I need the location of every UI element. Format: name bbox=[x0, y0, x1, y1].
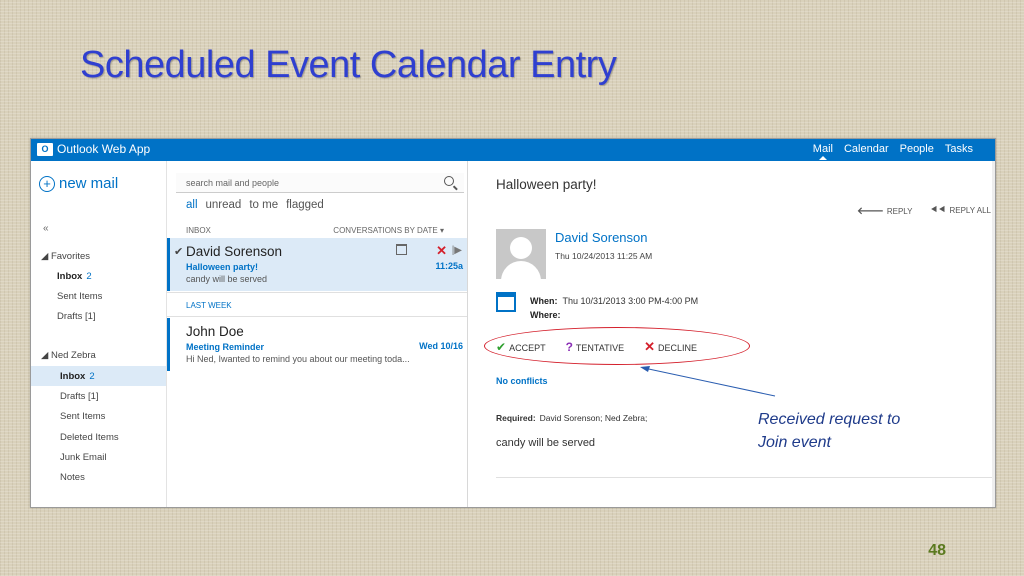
message-title: Halloween party! bbox=[496, 177, 597, 192]
favorite-drafts[interactable]: Drafts [1] bbox=[57, 311, 96, 322]
collapse-pane-button[interactable]: « bbox=[43, 223, 49, 234]
message-body: candy will be served bbox=[496, 437, 596, 449]
favorites-header[interactable]: ◢ Favorites bbox=[41, 251, 90, 262]
where-label: Where: bbox=[530, 310, 561, 320]
outlook-logo-icon: O bbox=[37, 142, 53, 156]
account-header-label: Ned Zebra bbox=[50, 350, 96, 361]
sort-dropdown[interactable]: CONVERSATIONS BY DATE ▾ bbox=[333, 226, 444, 235]
reply-all-label: REPLY ALL bbox=[949, 206, 991, 215]
slide-title: Scheduled Event Calendar Entry bbox=[80, 44, 617, 86]
reply-label: REPLY bbox=[886, 207, 913, 216]
unread-count: 2 bbox=[89, 371, 95, 382]
avatar-body bbox=[501, 261, 541, 279]
app-name: Outlook Web App bbox=[57, 142, 151, 156]
delete-icon[interactable]: ✕ bbox=[436, 243, 447, 259]
nav-tasks[interactable]: Tasks bbox=[945, 143, 973, 155]
top-nav: Mail Calendar People Tasks bbox=[813, 143, 973, 160]
conflict-status[interactable]: No conflicts bbox=[496, 376, 548, 386]
search-icon[interactable] bbox=[444, 176, 454, 186]
folder-drafts[interactable]: Drafts [1] bbox=[60, 391, 99, 402]
message-sender: John Doe bbox=[186, 324, 244, 339]
callout-line-1: Received request to bbox=[758, 411, 901, 428]
required-label: Required: bbox=[496, 413, 536, 423]
favorite-sent-items[interactable]: Sent Items bbox=[57, 291, 102, 302]
unread-count: 2 bbox=[86, 271, 92, 282]
check-icon: ✔ bbox=[174, 246, 184, 258]
when-label: When: bbox=[530, 296, 558, 306]
nav-mail[interactable]: Mail bbox=[813, 143, 833, 160]
section-label-last-week: LAST WEEK bbox=[186, 301, 232, 310]
annotation-callout: Received request to Join event bbox=[758, 408, 900, 454]
filter-bar: all unread to me flagged bbox=[186, 199, 324, 211]
flag-icon[interactable]: |▶ bbox=[452, 245, 462, 256]
annotation-arrow bbox=[640, 366, 776, 397]
folder-pane: + new mail « ◢ Favorites Inbox 2 Sent Ite… bbox=[31, 161, 167, 507]
scrollbar[interactable] bbox=[992, 161, 995, 507]
folder-inbox[interactable]: Inbox 2 bbox=[60, 371, 95, 382]
folder-junk-email[interactable]: Junk Email bbox=[60, 452, 106, 463]
message-time: 11:25a bbox=[435, 261, 463, 271]
list-header: INBOX CONVERSATIONS BY DATE ▾ bbox=[186, 226, 461, 235]
nav-people[interactable]: People bbox=[900, 143, 934, 155]
divider bbox=[167, 292, 467, 293]
sender-avatar bbox=[496, 229, 546, 279]
message-list-pane: search mail and people all unread to me … bbox=[167, 161, 468, 507]
message-item-selected[interactable]: ✔ David Sorenson ✕ |▶ Halloween party! 1… bbox=[167, 238, 467, 291]
folder-name-label: INBOX bbox=[186, 226, 211, 235]
when-value: Thu 10/31/2013 3:00 PM-4:00 PM bbox=[562, 296, 699, 306]
required-value: David Sorenson; Ned Zebra; bbox=[539, 413, 648, 423]
divider bbox=[167, 316, 467, 317]
search-placeholder: search mail and people bbox=[186, 177, 280, 188]
calendar-icon bbox=[396, 244, 407, 255]
reply-all-arrow-icon: ⯇⯇ bbox=[930, 205, 947, 216]
nav-calendar[interactable]: Calendar bbox=[844, 143, 889, 155]
folder-label: Inbox bbox=[57, 271, 83, 282]
folder-notes[interactable]: Notes bbox=[60, 472, 85, 483]
new-mail-label: new mail bbox=[59, 175, 119, 192]
filter-to-me[interactable]: to me bbox=[249, 199, 278, 211]
reply-all-button[interactable]: ⯇⯇ REPLY ALL bbox=[930, 205, 991, 217]
from-name[interactable]: David Sorenson bbox=[555, 230, 648, 245]
plus-circle-icon: + bbox=[39, 175, 55, 192]
search-input[interactable]: search mail and people bbox=[176, 173, 464, 193]
callout-line-2: Join event bbox=[758, 434, 831, 451]
app-brand[interactable]: O Outlook Web App bbox=[37, 142, 150, 156]
folder-sent-items[interactable]: Sent Items bbox=[60, 411, 105, 422]
selected-folder-highlight bbox=[31, 366, 166, 386]
message-subject: Halloween party! bbox=[186, 262, 259, 272]
filter-all[interactable]: all bbox=[186, 199, 198, 211]
reply-arrow-icon: 🡐 bbox=[857, 206, 884, 217]
favorite-inbox[interactable]: Inbox 2 bbox=[57, 271, 92, 282]
avatar-head bbox=[510, 237, 532, 259]
folder-label: Inbox bbox=[60, 371, 86, 382]
required-attendees: Required: David Sorenson; Ned Zebra; bbox=[496, 413, 647, 423]
new-mail-button[interactable]: + new mail bbox=[39, 175, 118, 192]
calendar-icon bbox=[496, 292, 516, 312]
message-preview: Hi Ned, Iwanted to remind you about our … bbox=[186, 354, 410, 364]
message-item[interactable]: John Doe Meeting Reminder Wed 10/16 Hi N… bbox=[167, 318, 467, 371]
reply-button[interactable]: 🡐 REPLY bbox=[857, 205, 912, 217]
slide-number: 48 bbox=[928, 542, 946, 559]
filter-flagged[interactable]: flagged bbox=[286, 199, 324, 211]
account-header[interactable]: ◢ Ned Zebra bbox=[41, 350, 96, 361]
reply-actions: 🡐 REPLY ⯇⯇ REPLY ALL bbox=[857, 205, 991, 217]
from-date: Thu 10/24/2013 11:25 AM bbox=[555, 251, 653, 261]
message-subject: Meeting Reminder bbox=[186, 342, 265, 352]
message-sender: David Sorenson bbox=[186, 244, 283, 259]
top-bar: O Outlook Web App Mail Calendar People T… bbox=[31, 139, 995, 161]
message-preview: candy will be served bbox=[186, 274, 268, 284]
message-time: Wed 10/16 bbox=[419, 341, 463, 351]
filter-unread[interactable]: unread bbox=[206, 199, 242, 211]
event-details: When: Thu 10/31/2013 3:00 PM-4:00 PM Whe… bbox=[530, 294, 698, 322]
divider bbox=[496, 477, 995, 478]
folder-deleted-items[interactable]: Deleted Items bbox=[60, 432, 119, 443]
favorites-header-label: Favorites bbox=[50, 251, 91, 262]
